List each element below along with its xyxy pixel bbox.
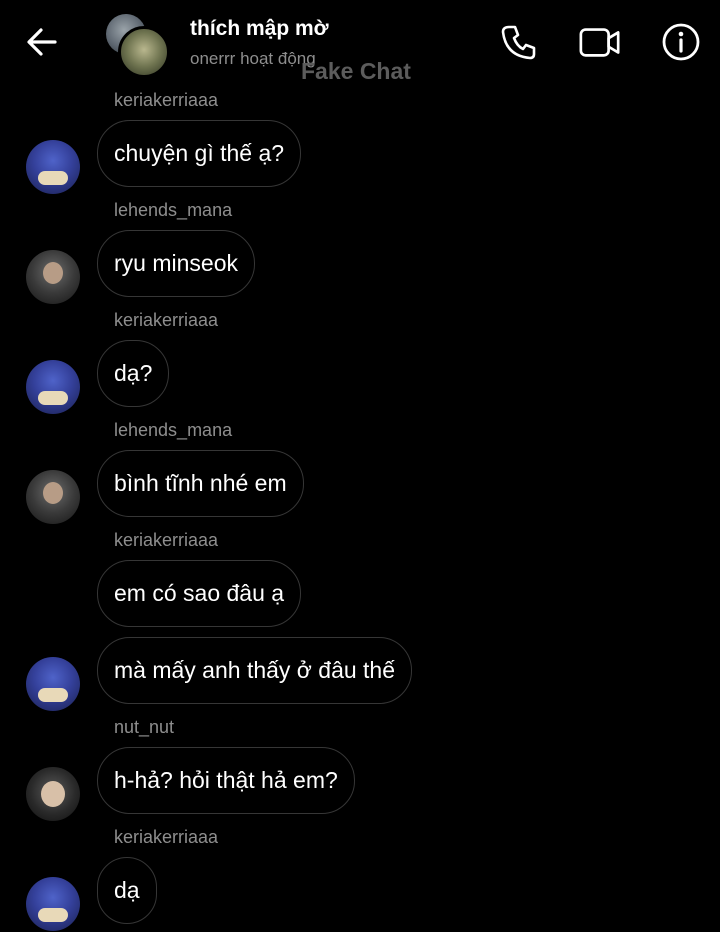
- message-bubble[interactable]: h-hả? hỏi thật hả em?: [97, 747, 355, 814]
- message-bubble[interactable]: chuyện gì thế ạ?: [97, 120, 302, 187]
- sender-name: keriakerriaaa: [114, 310, 219, 330]
- sender-name: keriakerriaaa: [114, 90, 219, 110]
- message-bubble[interactable]: mà mấy anh thấy ở đâu thế: [97, 637, 413, 704]
- sender-avatar[interactable]: [26, 877, 80, 931]
- sender-avatar[interactable]: [26, 767, 80, 821]
- message-bubble[interactable]: bình tĩnh nhé em: [97, 450, 304, 517]
- message-bubble[interactable]: dạ: [97, 857, 157, 924]
- sender-name: lehends_mana: [114, 200, 233, 220]
- message-bubble[interactable]: em có sao đâu ạ: [97, 560, 302, 627]
- message-bubble[interactable]: dạ?: [97, 340, 170, 407]
- sender-avatar[interactable]: [26, 360, 80, 414]
- sender-name: keriakerriaaa: [114, 827, 219, 847]
- message-list[interactable]: keriakerriaaa chuyện gì thế ạ? lehends_m…: [0, 0, 720, 932]
- sender-name: nut_nut: [114, 717, 175, 737]
- message-bubble[interactable]: ryu minseok: [97, 230, 255, 297]
- sender-name: keriakerriaaa: [114, 530, 219, 550]
- sender-name: lehends_mana: [114, 420, 233, 440]
- sender-avatar[interactable]: [26, 470, 80, 524]
- sender-avatar[interactable]: [26, 140, 80, 194]
- sender-avatar[interactable]: [26, 657, 80, 711]
- sender-avatar[interactable]: [26, 250, 80, 304]
